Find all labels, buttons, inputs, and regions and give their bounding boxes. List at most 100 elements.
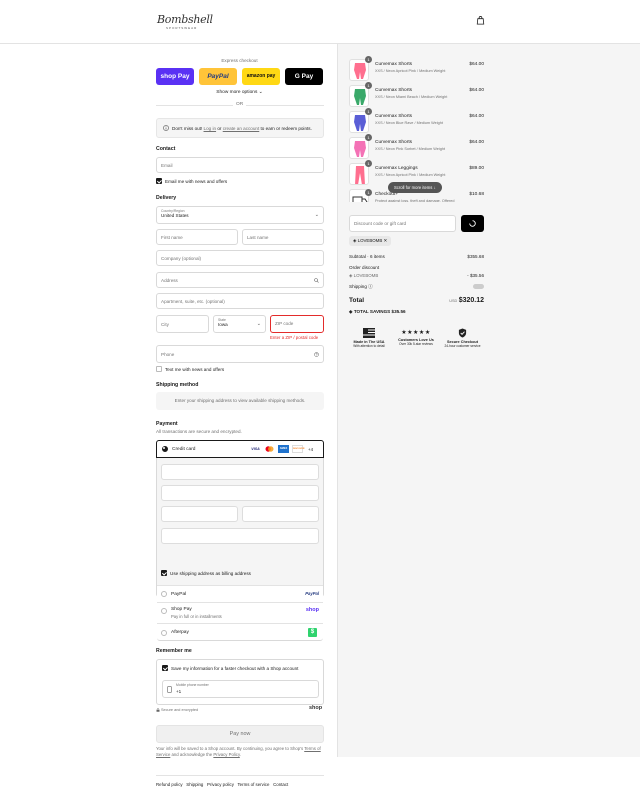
mobile-phone-label: Mobile phone number [176, 683, 209, 687]
mobile-phone-field[interactable]: Mobile phone number +1 [162, 680, 319, 698]
product-name: Curvemax Shorts [375, 140, 412, 145]
credit-card-label: Credit card [172, 447, 195, 452]
usa-flag-icon [363, 328, 375, 338]
amex-icon: AMEX [278, 445, 289, 453]
visa-icon: VISA [250, 445, 261, 453]
shop-pay-button[interactable]: shop Pay [156, 68, 194, 85]
state-select[interactable]: State Iowa ⌄ [213, 315, 266, 333]
cart-item: 1 Curvemax Shorts XXS / Neon Apricot Pin… [349, 59, 484, 83]
cart-item: 1 Curvemax Shorts XXS / Neon Miami Beach… [349, 85, 484, 109]
total-savings: ◈ TOTAL SAVINGS $35.56 [349, 309, 406, 315]
amazon-pay-button[interactable]: amazon pay [242, 68, 280, 85]
text-news-checkbox[interactable] [156, 366, 162, 372]
quantity-badge: 1 [365, 56, 372, 63]
order-discount-code: ◈ LOVEBOMB [349, 273, 378, 279]
remove-discount-icon[interactable]: ✕ [384, 238, 388, 243]
email-field[interactable]: Email [156, 157, 324, 173]
footer-divider [156, 775, 324, 776]
apartment-field[interactable]: Apartment, suite, etc. (optional) [156, 293, 324, 309]
payment-subtitle: All transactions are secure and encrypte… [156, 429, 242, 434]
product-variant: XXS / Neon Apricot Pink / Medium Weight [375, 69, 445, 73]
cart-item: 1 Curvemax Shorts XXS / Neon Pink Sorbet… [349, 137, 484, 161]
shopping-bag-icon[interactable] [476, 16, 485, 25]
trust-badge-reviews: ★★★★★ Customers Love Us Over 30k 5-star … [395, 328, 437, 346]
card-number-field[interactable] [161, 464, 319, 480]
help-circle-icon[interactable] [314, 352, 319, 357]
card-name-field[interactable] [242, 506, 319, 522]
quantity-badge: 1 [365, 160, 372, 167]
product-name: Curvemax Shorts [375, 88, 412, 93]
paypal-radio[interactable] [161, 591, 167, 597]
billing-same-checkbox[interactable] [161, 570, 167, 576]
billing-same-label: Use shipping address as billing address [170, 571, 251, 576]
terms-of-service-footer-link[interactable]: Terms of service [237, 782, 269, 787]
cart-item: 1 Curvemax Shorts XXS / Neon Blue Rave /… [349, 111, 484, 135]
first-name-field[interactable]: First name [156, 229, 238, 245]
afterpay-option[interactable]: Afterpay $ [157, 623, 323, 641]
trust-badge-secure: Secure Checkout 24-hour customer service [441, 328, 484, 348]
scroll-for-more-pill[interactable]: Scroll for more items ↓ [388, 182, 442, 193]
zip-field[interactable]: ZIP code [270, 315, 324, 333]
shop-pay-option[interactable]: Shop Pay Pay in full or in installments … [157, 602, 323, 623]
privacy-policy-link[interactable]: Privacy Policy [213, 752, 239, 757]
radio-selected[interactable] [162, 446, 168, 452]
product-price: $64.00 [469, 88, 484, 93]
refund-policy-link[interactable]: Refund policy [156, 782, 183, 787]
applied-discount-tag: ◈ LOVEBOMB ✕ [349, 236, 391, 246]
product-price: $64.00 [469, 140, 484, 145]
chevron-down-icon: ⌄ [315, 212, 319, 218]
quantity-badge: 1 [365, 82, 372, 89]
total-amount: USD $320.12 [449, 297, 484, 304]
shipping-link[interactable]: Shipping [186, 782, 203, 787]
text-news-label: Text me with news and offers [165, 367, 224, 372]
badge-subtitle: Over 30k 5-star reviews [395, 342, 437, 346]
login-link[interactable]: Log in [204, 126, 217, 131]
checkout-form: Express checkout shop Pay PayPal amazon … [0, 44, 337, 757]
product-variant: XXS / Neon Miami Beach / Medium Weight [375, 95, 447, 99]
create-account-link[interactable]: create an account [223, 126, 260, 131]
credit-card-option[interactable]: Credit card VISA AMEX DISCOVER +4 [156, 440, 324, 458]
card-security-code-field[interactable] [161, 506, 238, 522]
address-field[interactable]: Address [156, 272, 324, 288]
shipping-method-heading: Shipping method [156, 382, 198, 388]
card-expiry-field[interactable] [161, 485, 319, 501]
login-banner: Don't miss out! Log in or create an acco… [156, 118, 324, 138]
lock-icon [156, 708, 160, 712]
paypal-logo: PayPal [305, 591, 319, 596]
subtotal-label: Subtotal · 6 items [349, 254, 385, 259]
discount-code-field[interactable]: Discount code or gift card [349, 215, 456, 232]
info-icon [163, 125, 169, 131]
product-price: $89.00 [469, 166, 484, 171]
shop-pay-radio[interactable] [161, 608, 167, 614]
card-extra-field[interactable] [161, 528, 319, 544]
delivery-heading: Delivery [156, 195, 176, 201]
product-variant: XXS / Neon Blue Rave / Medium Weight [375, 121, 443, 125]
contact-link[interactable]: Contact [273, 782, 288, 787]
pay-now-button[interactable]: Pay now [156, 725, 324, 743]
company-field[interactable]: Company (optional) [156, 250, 324, 266]
shipping-value-placeholder [473, 284, 484, 289]
save-info-checkbox[interactable] [162, 665, 168, 671]
apply-discount-button[interactable] [461, 215, 484, 232]
city-field[interactable]: City [156, 315, 209, 333]
help-circle-icon[interactable]: ⓘ [368, 284, 373, 289]
order-discount-value: - $35.56 [467, 273, 484, 278]
google-pay-button[interactable]: G Pay [285, 68, 323, 85]
product-variant: XXS / Neon Apricot Pink / Medium Weight [375, 173, 445, 177]
paypal-option[interactable]: PayPal PayPal [157, 585, 323, 602]
brand-logo[interactable]: Bombshell [157, 13, 213, 26]
paypal-button[interactable]: PayPal [199, 68, 237, 85]
afterpay-radio[interactable] [161, 630, 167, 636]
afterpay-logo-icon: $ [308, 628, 317, 637]
shipping-label: Shipping ⓘ [349, 284, 373, 290]
shop-pay-label: Shop Pay [171, 607, 192, 612]
afterpay-label: Afterpay [171, 630, 189, 635]
email-news-checkbox[interactable] [156, 178, 162, 184]
last-name-field[interactable]: Last name [242, 229, 324, 245]
email-news-label: Email me with news and offers [165, 179, 227, 184]
order-discount-label: Order discount [349, 265, 379, 270]
phone-field[interactable]: Phone [156, 345, 324, 363]
address-placeholder: Address [161, 278, 178, 283]
privacy-policy-footer-link[interactable]: Privacy policy [207, 782, 234, 787]
country-select[interactable]: Country/Region United States ⌄ [156, 206, 324, 224]
